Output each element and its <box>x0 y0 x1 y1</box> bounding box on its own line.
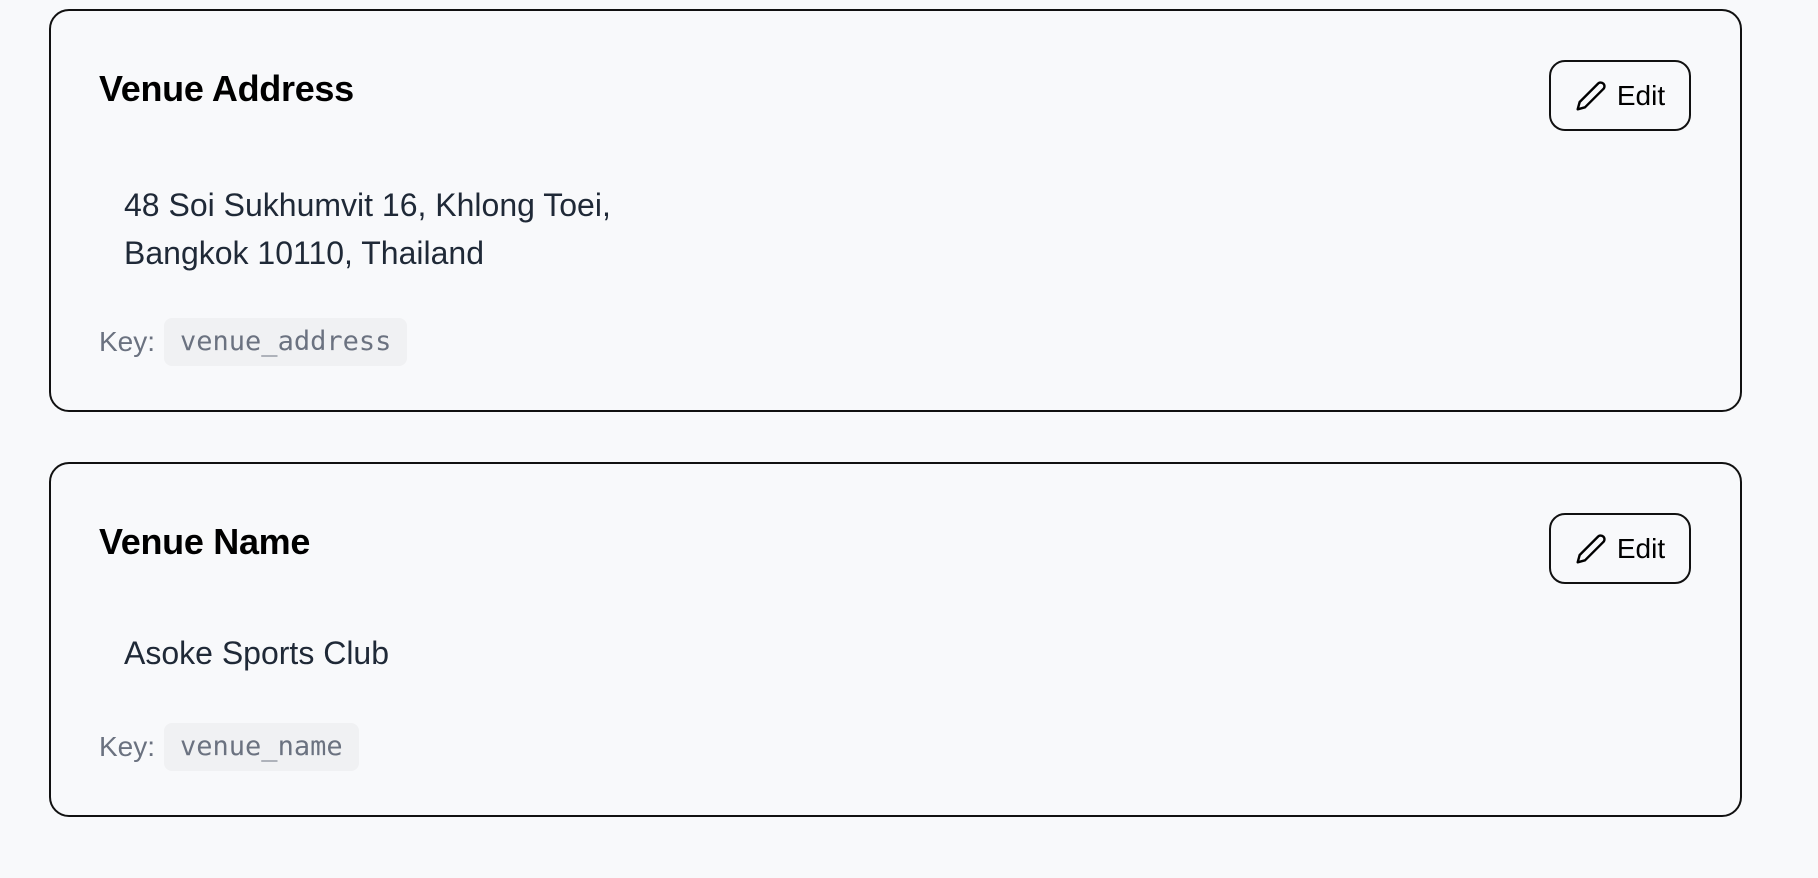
setting-value-line: Asoke Sports Club <box>124 635 390 671</box>
setting-value-line: Bangkok 10110, Thailand <box>124 235 484 271</box>
setting-card-venue-name: Venue Name Edit Asoke Sports Club Key: v… <box>49 462 1742 817</box>
setting-key-row: Key: venue_address <box>99 318 408 366</box>
pencil-icon <box>1575 533 1607 565</box>
edit-button[interactable]: Edit <box>1549 60 1691 131</box>
edit-button-label: Edit <box>1616 79 1666 111</box>
settings-page: Venue Address Edit 48 Soi Sukhumvit 16, … <box>0 0 1818 878</box>
setting-key-row: Key: venue_name <box>99 723 359 771</box>
edit-button-label: Edit <box>1616 532 1666 564</box>
setting-title: Venue Name <box>99 521 311 562</box>
setting-value: 48 Soi Sukhumvit 16, Khlong Toei, Bangko… <box>124 181 611 277</box>
setting-value: Asoke Sports Club <box>124 629 389 677</box>
setting-card-venue-address: Venue Address Edit 48 Soi Sukhumvit 16, … <box>49 9 1742 412</box>
setting-key-code: venue_name <box>164 723 359 771</box>
setting-value-line: 48 Soi Sukhumvit 16, Khlong Toei, <box>124 187 611 223</box>
key-label: Key: <box>99 326 156 357</box>
setting-key-code: venue_address <box>164 318 408 366</box>
key-label: Key: <box>99 731 156 762</box>
pencil-icon <box>1575 80 1607 112</box>
setting-title: Venue Address <box>99 68 354 109</box>
edit-button[interactable]: Edit <box>1549 513 1691 584</box>
